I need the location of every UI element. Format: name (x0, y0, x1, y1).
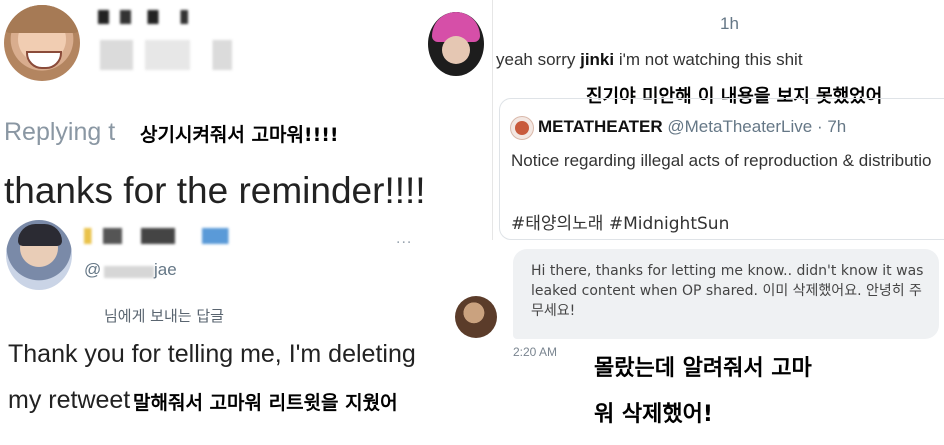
blurred-name (98, 10, 208, 24)
more-icon[interactable]: ... (396, 230, 412, 248)
reply-line-1: Thank you for telling me, I'm deleting (8, 340, 416, 368)
avatar[interactable] (6, 220, 72, 290)
handle-at: @ (84, 260, 102, 279)
handle-tail: jae (154, 260, 177, 279)
reply-line-2: my retweet (8, 386, 131, 414)
quote-text: Notice regarding illegal acts of reprodu… (511, 151, 932, 170)
avatar[interactable] (4, 5, 80, 81)
blurred-handle (100, 40, 250, 70)
hair-shape (4, 5, 80, 33)
text-suffix: i'm not watching this shit (614, 50, 803, 69)
tweet-time: 1h (720, 14, 739, 33)
mention-jinki[interactable]: jinki (580, 50, 614, 69)
dm-caption-line-1: 몰랐는데 알려줘서 고마 (594, 356, 812, 381)
avatar[interactable] (455, 296, 497, 338)
quote-name[interactable]: METATHEATER (538, 117, 663, 136)
text-prefix: yeah sorry (496, 50, 581, 69)
face-shape (442, 36, 470, 64)
logo-mark (515, 121, 529, 135)
divider (492, 0, 493, 240)
blurred-handle (104, 266, 154, 278)
metatheater-logo-icon (510, 116, 534, 140)
tweet-text: thanks for the reminder!!!! (4, 170, 426, 211)
quote-tags[interactable]: #태양의노래 #MidnightSun (511, 209, 729, 234)
message-text: Hi there, thanks for letting me know.. d… (531, 263, 924, 319)
tweet-text: yeah sorry jinki i'm not watching this s… (496, 50, 803, 70)
reply-caption: 말해줘서 고마워 리트윗을 지웠어 (133, 392, 398, 414)
smile-shape (26, 51, 62, 69)
reply-note: 님에게 보내는 답글 (104, 307, 224, 325)
message-time: 2:20 AM (513, 345, 558, 359)
hair-shape (18, 224, 62, 246)
quote-header: METATHEATER @MetaTheaterLive · 7h (538, 117, 846, 137)
dm-caption-line-2: 워 삭제했어! (594, 402, 713, 427)
quote-time: · 7h (816, 117, 847, 136)
replying-label: Replying t (4, 118, 116, 146)
quote-handle[interactable]: @MetaTheaterLive (667, 117, 812, 136)
blurred-name (84, 228, 274, 244)
avatar[interactable] (428, 12, 484, 76)
replying-caption: 상기시켜줘서 고마워!!!! (140, 124, 339, 146)
